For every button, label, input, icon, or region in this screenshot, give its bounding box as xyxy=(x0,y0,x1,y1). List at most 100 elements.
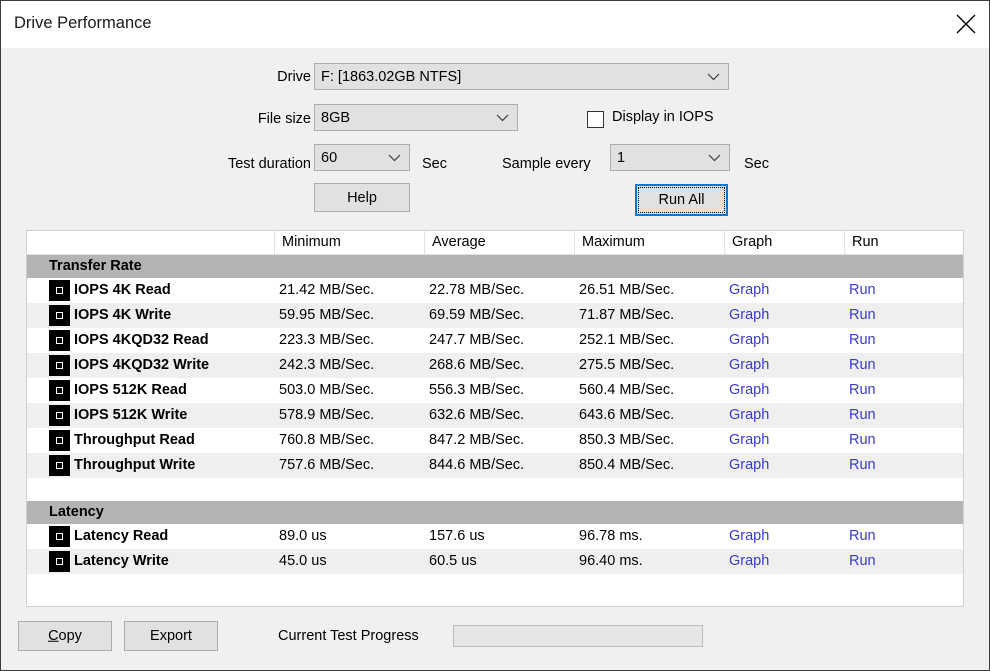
test-duration-select[interactable]: 60 xyxy=(314,144,410,171)
icon-inner-square xyxy=(56,462,63,469)
graph-link[interactable]: Graph xyxy=(729,278,769,303)
file-size-label: File size xyxy=(257,111,311,127)
graph-link[interactable]: Graph xyxy=(729,453,769,478)
test-duration-label: Test duration xyxy=(227,156,311,172)
current-test-progress-label: Current Test Progress xyxy=(278,628,419,644)
drive-label: Drive xyxy=(277,69,311,85)
column-header-maximum[interactable]: Maximum xyxy=(574,231,724,254)
minimum-value: 757.6 MB/Sec. xyxy=(279,457,375,473)
copy-button[interactable]: Copy xyxy=(18,621,112,651)
row-label: IOPS 4KQD32 Write xyxy=(74,357,210,373)
run-link[interactable]: Run xyxy=(849,353,876,378)
test-duration-select-value: 60 xyxy=(321,149,338,166)
table-row[interactable]: Throughput Write 757.6 MB/Sec. 844.6 MB/Se… xyxy=(27,453,963,478)
graph-link[interactable]: Graph xyxy=(729,428,769,453)
minimum-value: 21.42 MB/Sec. xyxy=(279,282,375,298)
icon-inner-square xyxy=(56,362,63,369)
sample-every-select-value: 1 xyxy=(617,149,626,166)
chevron-down-icon xyxy=(496,114,509,122)
average-value: 847.2 MB/Sec. xyxy=(429,432,525,448)
row-label: IOPS 4KQD32 Read xyxy=(74,332,209,348)
minimum-value: 45.0 us xyxy=(279,553,327,569)
column-header-run[interactable]: Run xyxy=(844,231,963,254)
row-label: Throughput Read xyxy=(74,432,195,448)
graph-link[interactable]: Graph xyxy=(729,524,769,549)
graph-link[interactable]: Graph xyxy=(729,403,769,428)
icon-inner-square xyxy=(56,387,63,394)
benchmark-item-icon xyxy=(49,305,70,326)
run-link[interactable]: Run xyxy=(849,378,876,403)
icon-inner-square xyxy=(56,437,63,444)
benchmark-item-icon xyxy=(49,405,70,426)
icon-inner-square xyxy=(56,337,63,344)
copy-button-label: Copy xyxy=(48,627,82,644)
benchmark-item-icon xyxy=(49,355,70,376)
minimum-value: 223.3 MB/Sec. xyxy=(279,332,375,348)
row-label: Latency Read xyxy=(74,528,169,544)
run-link[interactable]: Run xyxy=(849,328,876,353)
help-button[interactable]: Help xyxy=(314,183,410,212)
maximum-value: 643.6 MB/Sec. xyxy=(579,407,675,423)
table-row[interactable]: IOPS 4KQD32 Write 242.3 MB/Sec. 268.6 MB/S… xyxy=(27,353,963,378)
file-size-select[interactable]: 8GB xyxy=(314,104,518,131)
maximum-value: 26.51 MB/Sec. xyxy=(579,282,675,298)
export-button[interactable]: Export xyxy=(124,621,218,651)
run-link[interactable]: Run xyxy=(849,278,876,303)
table-row[interactable]: Throughput Read 760.8 MB/Sec. 847.2 MB/Sec… xyxy=(27,428,963,453)
maximum-value: 252.1 MB/Sec. xyxy=(579,332,675,348)
table-row[interactable]: IOPS 512K Write 578.9 MB/Sec. 632.6 MB/Sec… xyxy=(27,403,963,428)
icon-inner-square xyxy=(56,287,63,294)
average-value: 22.78 MB/Sec. xyxy=(429,282,525,298)
close-button[interactable] xyxy=(943,1,989,47)
minimum-value: 89.0 us xyxy=(279,528,327,544)
table-row[interactable]: IOPS 512K Read 503.0 MB/Sec. 556.3 MB/Sec.… xyxy=(27,378,963,403)
table-row[interactable]: Latency Write 45.0 us 60.5 us 96.40 ms. Grap… xyxy=(27,549,963,574)
average-value: 268.6 MB/Sec. xyxy=(429,357,525,373)
average-value: 60.5 us xyxy=(429,553,477,569)
graph-link[interactable]: Graph xyxy=(729,353,769,378)
table-row[interactable]: Latency Read 89.0 us 157.6 us 96.78 ms. Grap… xyxy=(27,524,963,549)
checkbox-box xyxy=(587,111,604,128)
column-header-row[interactable] xyxy=(27,231,274,254)
section-header: Latency xyxy=(27,501,963,524)
graph-link[interactable]: Graph xyxy=(729,303,769,328)
run-link[interactable]: Run xyxy=(849,303,876,328)
run-link[interactable]: Run xyxy=(849,453,876,478)
window-title: Drive Performance xyxy=(14,14,152,32)
section-header: Transfer Rate xyxy=(27,255,963,278)
run-all-button-label: Run All xyxy=(658,191,705,208)
run-link[interactable]: Run xyxy=(849,403,876,428)
table-row[interactable]: IOPS 4K Write 59.95 MB/Sec. 69.59 MB/Sec. 7… xyxy=(27,303,963,328)
column-header-minimum[interactable]: Minimum xyxy=(274,231,424,254)
icon-inner-square xyxy=(56,533,63,540)
drive-select[interactable]: F: [1863.02GB NTFS] xyxy=(314,63,729,90)
row-label: IOPS 4K Read xyxy=(74,282,171,298)
table-row[interactable]: IOPS 4KQD32 Read 223.3 MB/Sec. 247.7 MB/Se… xyxy=(27,328,963,353)
graph-link[interactable]: Graph xyxy=(729,328,769,353)
column-header-average[interactable]: Average xyxy=(424,231,574,254)
run-link[interactable]: Run xyxy=(849,549,876,574)
row-label: Throughput Write xyxy=(74,457,196,473)
icon-inner-square xyxy=(56,412,63,419)
row-label: Latency Write xyxy=(74,553,169,569)
average-value: 247.7 MB/Sec. xyxy=(429,332,525,348)
icon-inner-square xyxy=(56,312,63,319)
average-value: 556.3 MB/Sec. xyxy=(429,382,525,398)
table-row[interactable]: IOPS 4K Read 21.42 MB/Sec. 22.78 MB/Sec. 26… xyxy=(27,278,963,303)
title-bar: Drive Performance xyxy=(1,1,989,48)
run-link[interactable]: Run xyxy=(849,428,876,453)
sample-every-unit: Sec xyxy=(744,156,769,172)
minimum-value: 503.0 MB/Sec. xyxy=(279,382,375,398)
file-size-select-value: 8GB xyxy=(321,109,351,126)
run-all-button[interactable]: Run All xyxy=(635,184,728,216)
section-title: Transfer Rate xyxy=(49,258,142,274)
drive-select-value: F: [1863.02GB NTFS] xyxy=(321,68,462,85)
run-link[interactable]: Run xyxy=(849,524,876,549)
column-header-graph[interactable]: Graph xyxy=(724,231,844,254)
current-test-progress-bar xyxy=(453,625,703,647)
sample-every-select[interactable]: 1 xyxy=(610,144,730,171)
graph-link[interactable]: Graph xyxy=(729,378,769,403)
chevron-down-icon xyxy=(708,154,721,162)
row-label: IOPS 4K Write xyxy=(74,307,172,323)
graph-link[interactable]: Graph xyxy=(729,549,769,574)
